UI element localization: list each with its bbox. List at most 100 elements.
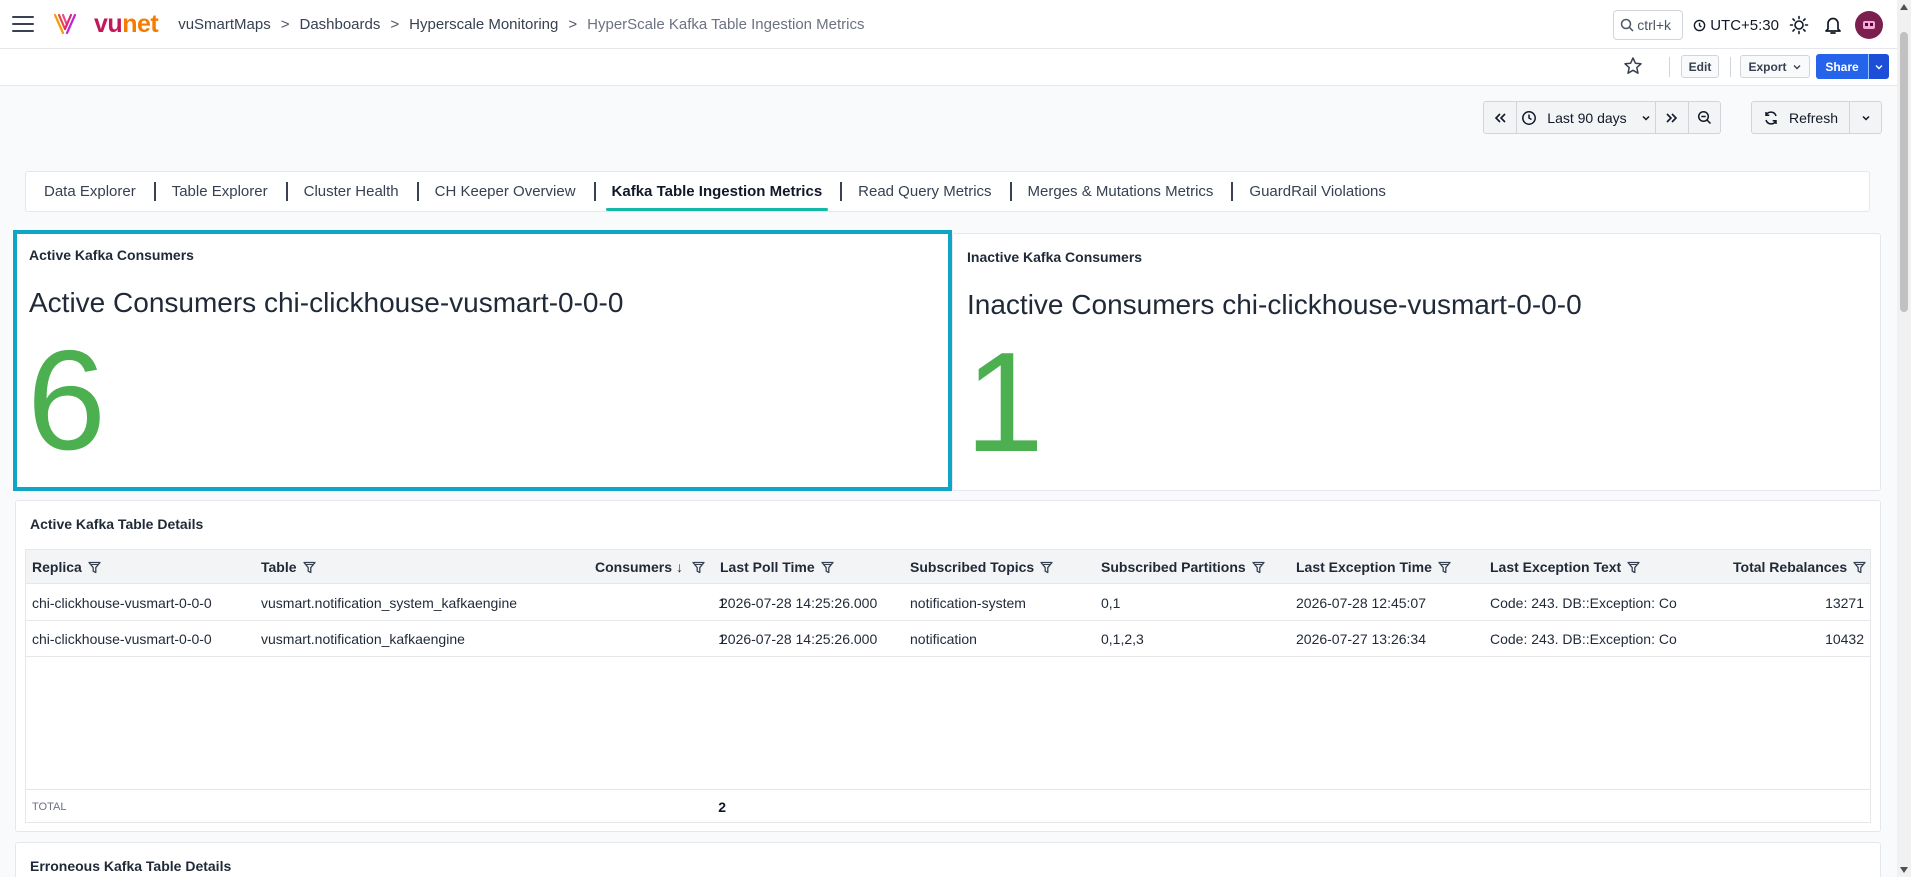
column-label: Subscribed Partitions — [1101, 559, 1246, 575]
column-header-table[interactable]: Table — [261, 550, 316, 584]
filter-icon[interactable] — [1853, 561, 1866, 574]
time-forward-button[interactable] — [1655, 101, 1689, 134]
table-row[interactable]: chi-clickhouse-vusmart-0-0-0 vusmart.not… — [26, 621, 1870, 657]
tab-ch-keeper-overview[interactable]: CH Keeper Overview — [416, 171, 594, 212]
scrollbar-thumb[interactable] — [1900, 32, 1908, 312]
star-icon — [1624, 57, 1642, 74]
column-header-last-poll-time[interactable]: Last Poll Time — [720, 550, 834, 584]
tab-table-explorer[interactable]: Table Explorer — [153, 171, 286, 212]
double-chevron-right-icon — [1666, 112, 1678, 123]
filter-icon[interactable] — [88, 561, 101, 574]
column-header-replica[interactable]: Replica — [32, 550, 101, 584]
column-header-last-exception-text[interactable]: Last Exception Text — [1490, 550, 1640, 584]
tab-kafka-table-ingestion-metrics[interactable]: Kafka Table Ingestion Metrics — [593, 171, 841, 212]
column-label: Last Exception Time — [1296, 559, 1432, 575]
cell-subscribed-topics: notification — [910, 631, 977, 647]
top-header: vunet vuSmartMaps > Dashboards > Hypersc… — [0, 0, 1897, 49]
scroll-down-arrow-icon[interactable] — [1900, 867, 1908, 873]
zoom-out-button[interactable] — [1688, 101, 1721, 134]
vunet-logo-icon — [53, 13, 77, 35]
panel-title: Inactive Kafka Consumers — [967, 249, 1143, 265]
clock-icon — [1693, 19, 1706, 31]
cell-subscribed-partitions: 0,1,2,3 — [1101, 631, 1144, 647]
page-scrollbar[interactable] — [1897, 0, 1911, 877]
kpi-heading: Active Consumers chi-clickhouse-vusmart-… — [29, 287, 624, 318]
table-header: Replica Table Consumers ↓ Last Poll Time … — [26, 550, 1870, 584]
filter-icon[interactable] — [1627, 561, 1640, 574]
export-label: Export — [1748, 59, 1787, 74]
search-button[interactable]: ctrl+k — [1613, 10, 1684, 40]
filter-icon[interactable] — [821, 561, 834, 574]
column-header-consumers[interactable]: Consumers ↓ — [595, 550, 705, 584]
zoom-out-icon — [1697, 110, 1712, 125]
cell-subscribed-partitions: 0,1 — [1101, 595, 1121, 611]
table-row[interactable]: chi-clickhouse-vusmart-0-0-0 vusmart.not… — [26, 585, 1870, 621]
chevron-down-icon — [1861, 115, 1870, 121]
time-range-picker[interactable]: Last 90 days — [1516, 101, 1656, 134]
cell-table: vusmart.notification_system_kafkaengine — [261, 595, 518, 611]
vunet-logo[interactable]: vunet — [52, 9, 159, 39]
user-avatar-icon — [1863, 21, 1875, 29]
favorite-button[interactable] — [1622, 55, 1644, 82]
cell-replica: chi-clickhouse-vusmart-0-0-0 — [32, 595, 212, 611]
cell-total-rebalances: 10432 — [1825, 631, 1864, 647]
breadcrumb-hyperscale-monitoring[interactable]: Hyperscale Monitoring — [409, 16, 558, 33]
filter-icon[interactable] — [302, 561, 316, 574]
notifications-button[interactable] — [1819, 11, 1847, 39]
clock-icon — [1522, 110, 1537, 125]
double-chevron-left-icon — [1494, 112, 1506, 123]
tab-read-query-metrics[interactable]: Read Query Metrics — [840, 171, 1009, 212]
filter-icon[interactable] — [1438, 561, 1451, 574]
column-header-last-exception-time[interactable]: Last Exception Time — [1296, 550, 1451, 584]
active-consumers-panel[interactable]: Active Kafka Consumers Active Consumers … — [13, 230, 952, 491]
column-label: Last Poll Time — [720, 559, 815, 575]
chevron-down-icon — [1793, 64, 1800, 69]
refresh-interval-dropdown[interactable] — [1849, 101, 1882, 134]
cell-last-poll-time: 2026-07-28 14:25:26.000 — [720, 595, 878, 611]
sort-desc-indicator[interactable]: ↓ — [676, 559, 683, 575]
timezone-selector[interactable]: UTC+5:30 — [1693, 17, 1779, 34]
cell-last-exception-text: Code: 243. DB::Exception: Co — [1490, 595, 1677, 611]
menu-icon[interactable] — [12, 16, 34, 32]
bell-icon — [1825, 17, 1841, 34]
column-header-subscribed-topics[interactable]: Subscribed Topics — [910, 550, 1053, 584]
column-header-total-rebalances[interactable]: Total Rebalances — [1733, 550, 1866, 584]
sun-icon — [1789, 15, 1809, 35]
refresh-icon — [1765, 110, 1777, 125]
logo-net: net — [122, 9, 159, 38]
theme-toggle-button[interactable] — [1785, 11, 1813, 39]
logo-vu: vu — [94, 9, 123, 38]
cell-last-poll-time: 2026-07-28 14:25:26.000 — [720, 631, 878, 647]
breadcrumb-current: HyperScale Kafka Table Ingestion Metrics — [587, 15, 865, 33]
column-label: Subscribed Topics — [910, 559, 1035, 575]
kpi-heading: Inactive Consumers chi-clickhouse-vusmar… — [967, 289, 1582, 320]
dashboard-tabs: Data Explorer Table Explorer Cluster Hea… — [25, 171, 1870, 212]
breadcrumb-vusmartmaps[interactable]: vuSmartMaps — [178, 16, 271, 33]
refresh-label: Refresh — [1788, 109, 1839, 126]
avatar[interactable] — [1855, 11, 1883, 39]
export-button[interactable]: Export — [1740, 55, 1810, 78]
cell-subscribed-topics: notification-system — [910, 595, 1026, 611]
tab-data-explorer[interactable]: Data Explorer — [26, 171, 154, 212]
filter-icon[interactable] — [692, 561, 705, 574]
total-label: TOTAL — [32, 800, 67, 813]
scroll-up-arrow-icon[interactable] — [1900, 4, 1908, 10]
breadcrumb-dashboards[interactable]: Dashboards — [299, 16, 380, 33]
time-back-button[interactable] — [1483, 101, 1517, 134]
tab-guardrail-violations[interactable]: GuardRail Violations — [1231, 171, 1403, 212]
column-header-subscribed-partitions[interactable]: Subscribed Partitions — [1101, 550, 1265, 584]
tab-cluster-health[interactable]: Cluster Health — [285, 171, 417, 212]
column-label: Table — [261, 559, 297, 575]
breadcrumb: vuSmartMaps > Dashboards > Hyperscale Mo… — [178, 16, 864, 33]
refresh-button[interactable]: Refresh — [1751, 101, 1850, 134]
share-dropdown-button[interactable] — [1868, 54, 1889, 79]
filter-icon[interactable] — [1252, 561, 1265, 574]
share-button[interactable]: Share — [1816, 54, 1868, 79]
tab-merges-mutations-metrics[interactable]: Merges & Mutations Metrics — [1009, 171, 1232, 212]
column-label: Last Exception Text — [1490, 559, 1622, 575]
filter-icon[interactable] — [1040, 561, 1053, 574]
edit-button[interactable]: Edit — [1681, 55, 1719, 78]
panel-title: Active Kafka Consumers — [29, 247, 194, 263]
inactive-consumers-panel[interactable]: Inactive Kafka Consumers Inactive Consum… — [952, 233, 1881, 491]
table-total-row: TOTAL 2 — [26, 789, 1870, 822]
